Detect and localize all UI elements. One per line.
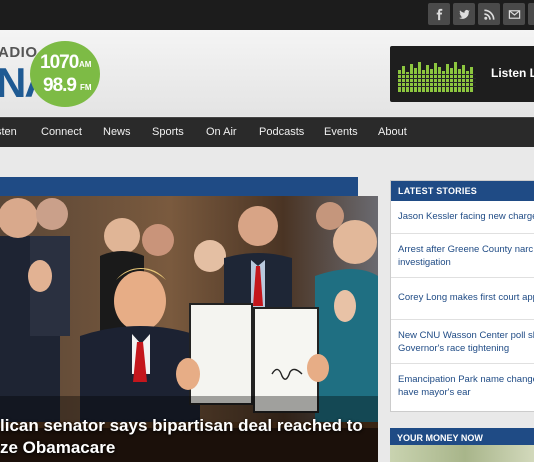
- share-icon[interactable]: [528, 3, 534, 25]
- story-title: New CNU Wasson Center poll sh: [398, 330, 534, 341]
- featured-story-image[interactable]: lican senator says bipartisan deal reach…: [0, 196, 378, 462]
- story-item[interactable]: Arrest after Greene County narc investig…: [391, 234, 534, 278]
- nav-item-listen[interactable]: sten: [0, 126, 17, 138]
- story-title-line-2: Governor's race tightening: [398, 343, 510, 354]
- featured-headline-line-2: ze Obamacare: [0, 438, 116, 457]
- main-nav: sten Connect News Sports On Air Podcasts…: [0, 117, 534, 147]
- nav-item-podcasts[interactable]: Podcasts: [259, 126, 304, 138]
- nav-item-sports[interactable]: Sports: [152, 126, 184, 138]
- logo-am-frequency: 1070: [40, 52, 79, 73]
- featured-headline-line-1: lican senator says bipartisan deal reach…: [0, 416, 363, 435]
- story-title-line-2: investigation: [398, 257, 451, 268]
- listen-live-button[interactable]: Listen L: [390, 46, 534, 102]
- story-title: Arrest after Greene County narc: [398, 244, 534, 255]
- latest-stories-panel: LATEST STORIES Jason Kessler facing new …: [390, 180, 534, 412]
- story-item[interactable]: Emancipation Park name change have mayor…: [391, 364, 534, 412]
- logo-am-label: AM: [79, 60, 92, 69]
- nav-item-connect[interactable]: Connect: [41, 126, 82, 138]
- nav-item-about[interactable]: About: [378, 126, 407, 138]
- rss-icon[interactable]: [478, 3, 500, 25]
- your-money-now-image[interactable]: [390, 445, 534, 462]
- story-title: Corey Long makes first court app: [398, 292, 534, 303]
- nav-item-news[interactable]: News: [103, 126, 131, 138]
- logo-fm-label: FM: [80, 83, 92, 92]
- listen-live-label: Listen L: [491, 66, 534, 80]
- site-header: ADIO NA 1070 AM 98.9 FM Listen L: [0, 30, 534, 116]
- latest-stories-title: LATEST STORIES: [398, 186, 477, 196]
- story-item[interactable]: New CNU Wasson Center poll sh Governor's…: [391, 320, 534, 364]
- logo-frequency-badge: [30, 41, 100, 107]
- featured-section-bar: [0, 177, 358, 196]
- your-money-now-title: YOUR MONEY NOW: [397, 433, 483, 443]
- latest-stories-header: LATEST STORIES: [391, 181, 534, 201]
- story-title: Emancipation Park name change: [398, 374, 534, 385]
- story-item[interactable]: Corey Long makes first court app: [391, 278, 534, 320]
- story-title: Jason Kessler facing new charge: [398, 211, 534, 222]
- email-icon[interactable]: [503, 3, 525, 25]
- top-bar: [0, 0, 534, 30]
- logo-fm-frequency: 98.9: [43, 75, 77, 96]
- story-item[interactable]: Jason Kessler facing new charge: [391, 201, 534, 234]
- featured-headline[interactable]: lican senator says bipartisan deal reach…: [0, 415, 378, 459]
- facebook-icon[interactable]: [428, 3, 450, 25]
- equalizer-icon: [398, 62, 476, 92]
- story-title-line-2: have mayor's ear: [398, 387, 471, 398]
- nav-item-events[interactable]: Events: [324, 126, 358, 138]
- nav-item-on-air[interactable]: On Air: [206, 126, 237, 138]
- twitter-icon[interactable]: [453, 3, 475, 25]
